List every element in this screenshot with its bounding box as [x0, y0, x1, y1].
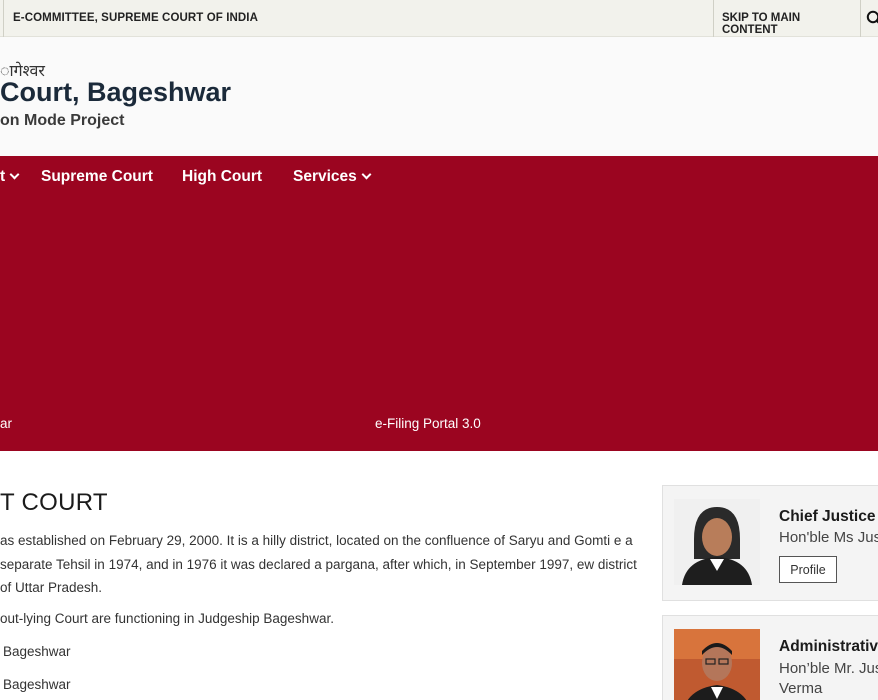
card-title: Chief Justice — [779, 508, 876, 525]
nav-item-services[interactable]: Services — [293, 168, 372, 186]
nav-item-supreme-court[interactable]: Supreme Court — [41, 168, 153, 186]
chevron-down-icon — [361, 169, 372, 180]
card-name: Hon'ble Ms Jus — [779, 529, 878, 546]
intro-paragraph: as established on February 29, 2000. It … — [0, 533, 637, 595]
portrait-image — [674, 629, 760, 700]
list-item: Bageshwar — [3, 644, 71, 659]
list-item: Bageshwar — [3, 677, 71, 692]
banner-link-left[interactable]: ar — [0, 416, 12, 431]
top-strip: E-COMMITTEE, SUPREME COURT OF INDIA SKIP… — [0, 0, 878, 37]
chief-justice-photo — [674, 499, 760, 585]
card-name: Hon’ble Mr. Jus — [779, 660, 878, 677]
page-heading: T COURT — [0, 489, 108, 516]
nav-item-high-court[interactable]: High Court — [182, 168, 262, 186]
nav-item-court[interactable]: t — [0, 168, 20, 186]
top-strip-left-cell — [0, 0, 4, 37]
site-header: ागेश्वर Court, Bageshwar on Mode Project — [0, 37, 878, 156]
card-name-continued: Verma — [779, 680, 823, 697]
profile-button[interactable]: Profile — [779, 556, 837, 583]
portrait-image — [674, 499, 760, 585]
site-subtitle: on Mode Project — [0, 112, 125, 129]
site-title[interactable]: Court, Bageshwar — [0, 77, 231, 108]
administrative-judge-photo — [674, 629, 760, 700]
administrative-judge-card: Administrativ Hon’ble Mr. Jus Verma — [662, 615, 878, 700]
ecommittee-link[interactable]: E-COMMITTEE, SUPREME COURT OF INDIA — [13, 12, 258, 24]
courts-info-text: out-lying Court are functioning in Judge… — [0, 611, 334, 626]
banner-link-efiling[interactable]: e-Filing Portal 3.0 — [375, 416, 481, 431]
hero-banner: t Supreme Court High Court Services ar e… — [0, 156, 878, 451]
search-icon[interactable] — [866, 10, 878, 26]
skip-to-main-content-link[interactable]: SKIP TO MAIN CONTENT — [713, 0, 861, 37]
card-title: Administrativ — [779, 638, 878, 655]
main-content: T COURT as established on February 29, 2… — [0, 451, 650, 700]
chevron-down-icon — [9, 169, 20, 180]
chief-justice-card: Chief Justice Hon'ble Ms Jus Profile — [662, 485, 878, 601]
